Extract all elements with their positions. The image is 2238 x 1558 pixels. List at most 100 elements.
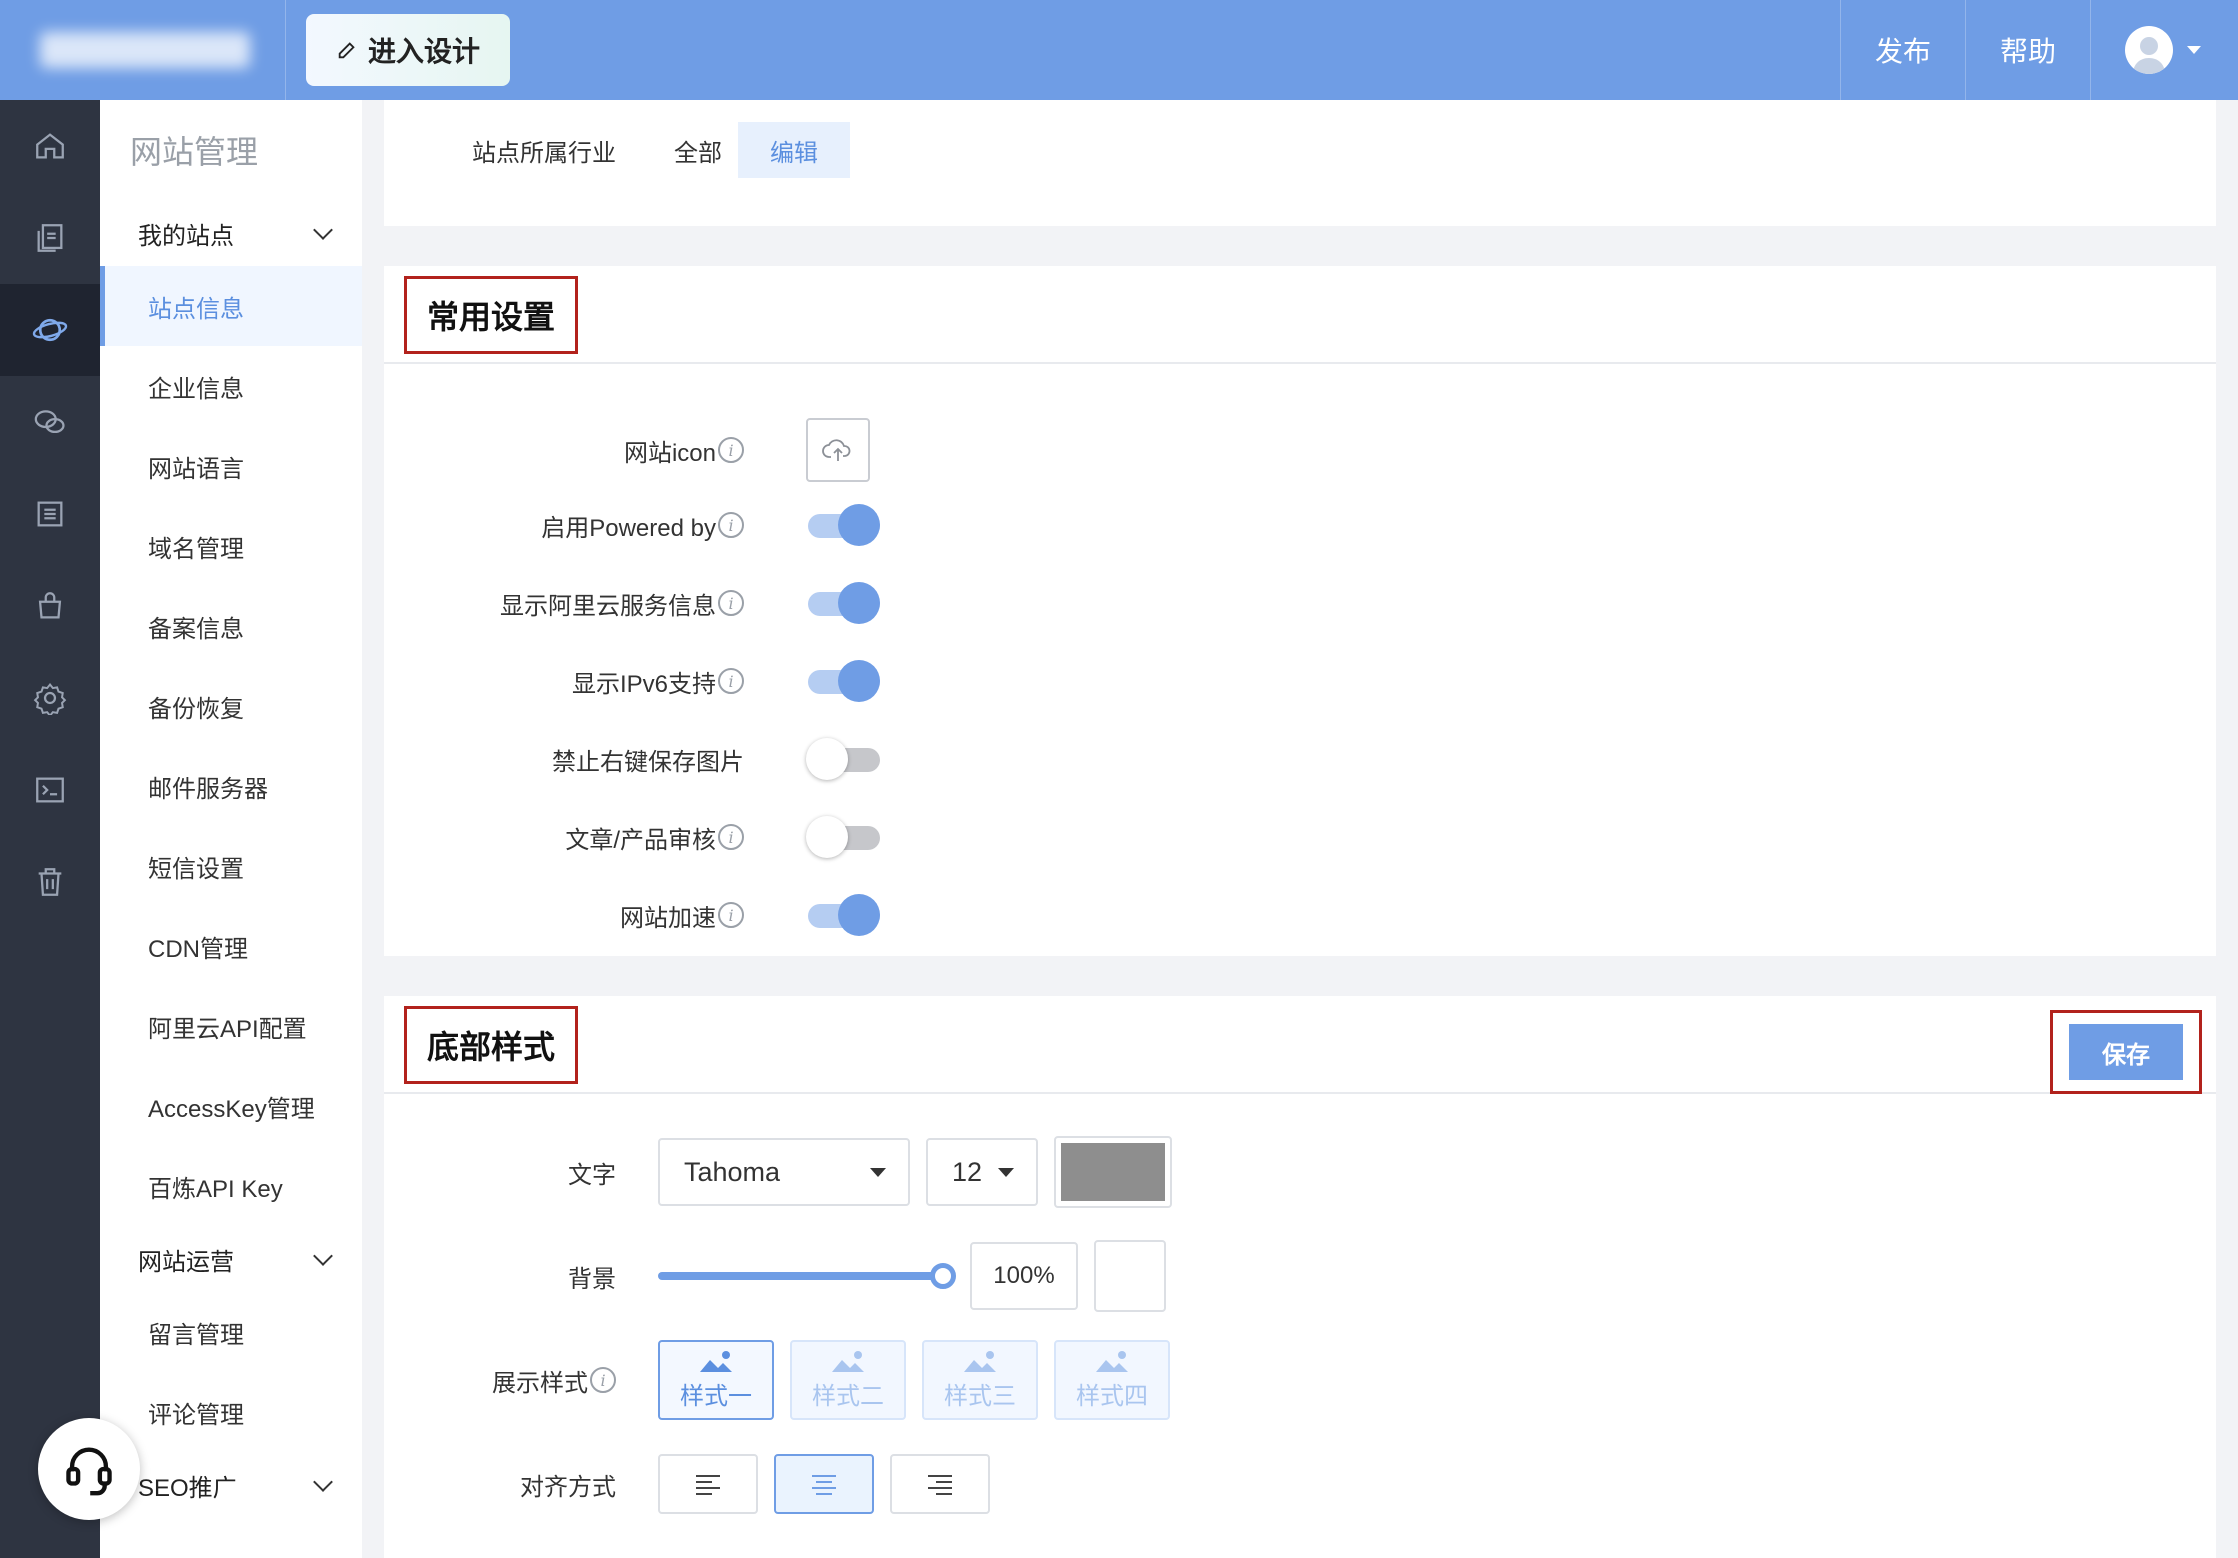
sub-navigation: 网站管理 我的站点 站点信息 企业信息 网站语言 域名管理 备案信息 备份恢复 … bbox=[100, 100, 362, 1558]
rail-pages[interactable] bbox=[0, 192, 100, 284]
text-color-picker[interactable] bbox=[1054, 1136, 1172, 1208]
rail-shop[interactable] bbox=[0, 560, 100, 652]
pages-icon bbox=[37, 224, 63, 252]
background-label: 背景 bbox=[568, 1265, 616, 1293]
enter-design-label: 进入设计 bbox=[367, 36, 480, 67]
setting-label: 启用Powered by i bbox=[384, 508, 744, 543]
rail-wechat[interactable] bbox=[0, 376, 100, 468]
setting-label-text: 显示IPv6支持 bbox=[571, 670, 716, 698]
site-acceleration-toggle[interactable] bbox=[806, 894, 880, 936]
align-right-button[interactable] bbox=[890, 1454, 990, 1514]
toggle-knob bbox=[838, 660, 880, 702]
group-site-operation[interactable]: 网站运营 bbox=[100, 1226, 362, 1292]
opacity-value[interactable]: 100% bbox=[970, 1242, 1078, 1310]
setting-label: 显示IPv6支持 i bbox=[384, 664, 744, 699]
nav-bailian-api[interactable]: 百炼API Key bbox=[100, 1146, 362, 1226]
save-highlight: 保存 bbox=[2050, 1010, 2202, 1094]
rail-settings[interactable] bbox=[0, 652, 100, 744]
nav-company-info[interactable]: 企业信息 bbox=[100, 346, 362, 426]
toggle-knob bbox=[838, 582, 880, 624]
style-option-4[interactable]: 样式四 bbox=[1054, 1340, 1170, 1420]
section-title: 常用设置 bbox=[404, 276, 579, 354]
align-center-button[interactable] bbox=[774, 1454, 874, 1514]
image-icon bbox=[700, 1350, 732, 1372]
nav-comments[interactable]: 评论管理 bbox=[100, 1372, 362, 1452]
setting-row-aliyun-service-info: 显示阿里云服务信息 i bbox=[384, 582, 880, 624]
group-label: 网站运营 bbox=[138, 1248, 234, 1276]
slider-track bbox=[658, 1272, 942, 1280]
nav-backup[interactable]: 备份恢复 bbox=[100, 666, 362, 746]
nav-site-language[interactable]: 网站语言 bbox=[100, 426, 362, 506]
user-menu[interactable] bbox=[2090, 0, 2238, 100]
setting-label-text: 显示阿里云服务信息 bbox=[500, 592, 716, 620]
headset-icon bbox=[66, 1447, 112, 1496]
disable-right-click-toggle[interactable] bbox=[806, 738, 880, 780]
setting-row-content-review: 文章/产品审核 i bbox=[384, 816, 880, 858]
setting-label: 禁止右键保存图片 bbox=[384, 742, 744, 777]
toggle-knob bbox=[806, 816, 848, 858]
setting-label: 文章/产品审核 i bbox=[384, 820, 744, 855]
info-icon[interactable]: i bbox=[718, 512, 744, 538]
style-option-2[interactable]: 样式二 bbox=[790, 1340, 906, 1420]
info-icon[interactable]: i bbox=[718, 668, 744, 694]
group-label: SEO推广 bbox=[138, 1474, 237, 1502]
setting-label-text: 网站加速 bbox=[620, 904, 716, 932]
industry-card: 站点所属行业 全部 编辑 bbox=[384, 100, 2216, 226]
industry-value: 全部 bbox=[674, 139, 722, 167]
logo[interactable] bbox=[0, 0, 286, 100]
bag-icon bbox=[38, 592, 62, 619]
info-icon[interactable]: i bbox=[718, 590, 744, 616]
ipv6-support-toggle[interactable] bbox=[806, 660, 880, 702]
powered-by-toggle[interactable] bbox=[806, 504, 880, 546]
trash-icon bbox=[38, 868, 62, 896]
publish-button[interactable]: 发布 bbox=[1839, 0, 1965, 100]
nav-icp[interactable]: 备案信息 bbox=[100, 586, 362, 666]
nav-messages[interactable]: 留言管理 bbox=[100, 1292, 362, 1372]
font-select[interactable]: Tahoma bbox=[658, 1138, 910, 1206]
display-style-text: 展示样式 bbox=[492, 1369, 588, 1397]
style-option-1[interactable]: 样式一 bbox=[658, 1340, 774, 1420]
icon-rail bbox=[0, 100, 100, 1558]
group-label: 我的站点 bbox=[138, 222, 234, 250]
group-my-sites[interactable]: 我的站点 bbox=[100, 200, 362, 266]
customer-support-button[interactable] bbox=[38, 1418, 140, 1520]
help-button[interactable]: 帮助 bbox=[1964, 0, 2090, 100]
info-icon[interactable]: i bbox=[718, 902, 744, 928]
chevron-down-icon bbox=[2187, 46, 2201, 54]
info-icon[interactable]: i bbox=[718, 437, 744, 463]
dropdown-arrow-icon bbox=[870, 1167, 886, 1177]
nav-domain[interactable]: 域名管理 bbox=[100, 506, 362, 586]
nav-aliyun-api[interactable]: 阿里云API配置 bbox=[100, 986, 362, 1066]
nav-accesskey[interactable]: AccessKey管理 bbox=[100, 1066, 362, 1146]
align-label: 对齐方式 bbox=[520, 1473, 616, 1501]
background-opacity-slider[interactable] bbox=[658, 1261, 958, 1291]
setting-label-text: 网站icon bbox=[623, 439, 716, 467]
nav-site-info[interactable]: 站点信息 bbox=[100, 266, 362, 346]
rail-site[interactable] bbox=[0, 284, 100, 376]
rail-list[interactable] bbox=[0, 468, 100, 560]
info-icon[interactable]: i bbox=[590, 1367, 616, 1393]
nav-sms[interactable]: 短信设置 bbox=[100, 826, 362, 906]
toggle-knob bbox=[838, 504, 880, 546]
nav-mail-server[interactable]: 邮件服务器 bbox=[100, 746, 362, 826]
style-option-label: 样式二 bbox=[812, 1382, 884, 1410]
save-button[interactable]: 保存 bbox=[2069, 1024, 2183, 1080]
info-icon[interactable]: i bbox=[718, 824, 744, 850]
content-review-toggle[interactable] bbox=[806, 816, 880, 858]
enter-design-button[interactable]: 进入设计 bbox=[306, 14, 510, 86]
gear-icon bbox=[33, 682, 67, 715]
rail-trash[interactable] bbox=[0, 836, 100, 928]
nav-cdn[interactable]: CDN管理 bbox=[100, 906, 362, 986]
align-left-button[interactable] bbox=[658, 1454, 758, 1514]
aliyun-service-info-toggle[interactable] bbox=[806, 582, 880, 624]
background-color-picker[interactable] bbox=[1094, 1240, 1166, 1312]
font-size-select[interactable]: 12 bbox=[926, 1138, 1038, 1206]
style-option-3[interactable]: 样式三 bbox=[922, 1340, 1038, 1420]
color-swatch bbox=[1061, 1143, 1165, 1201]
rail-home[interactable] bbox=[0, 100, 100, 192]
industry-edit-button[interactable]: 编辑 bbox=[738, 122, 850, 178]
icon-upload-button[interactable] bbox=[806, 418, 870, 482]
rail-terminal[interactable] bbox=[0, 744, 100, 836]
slider-thumb[interactable] bbox=[930, 1263, 956, 1289]
font-value: Tahoma bbox=[684, 1156, 781, 1187]
